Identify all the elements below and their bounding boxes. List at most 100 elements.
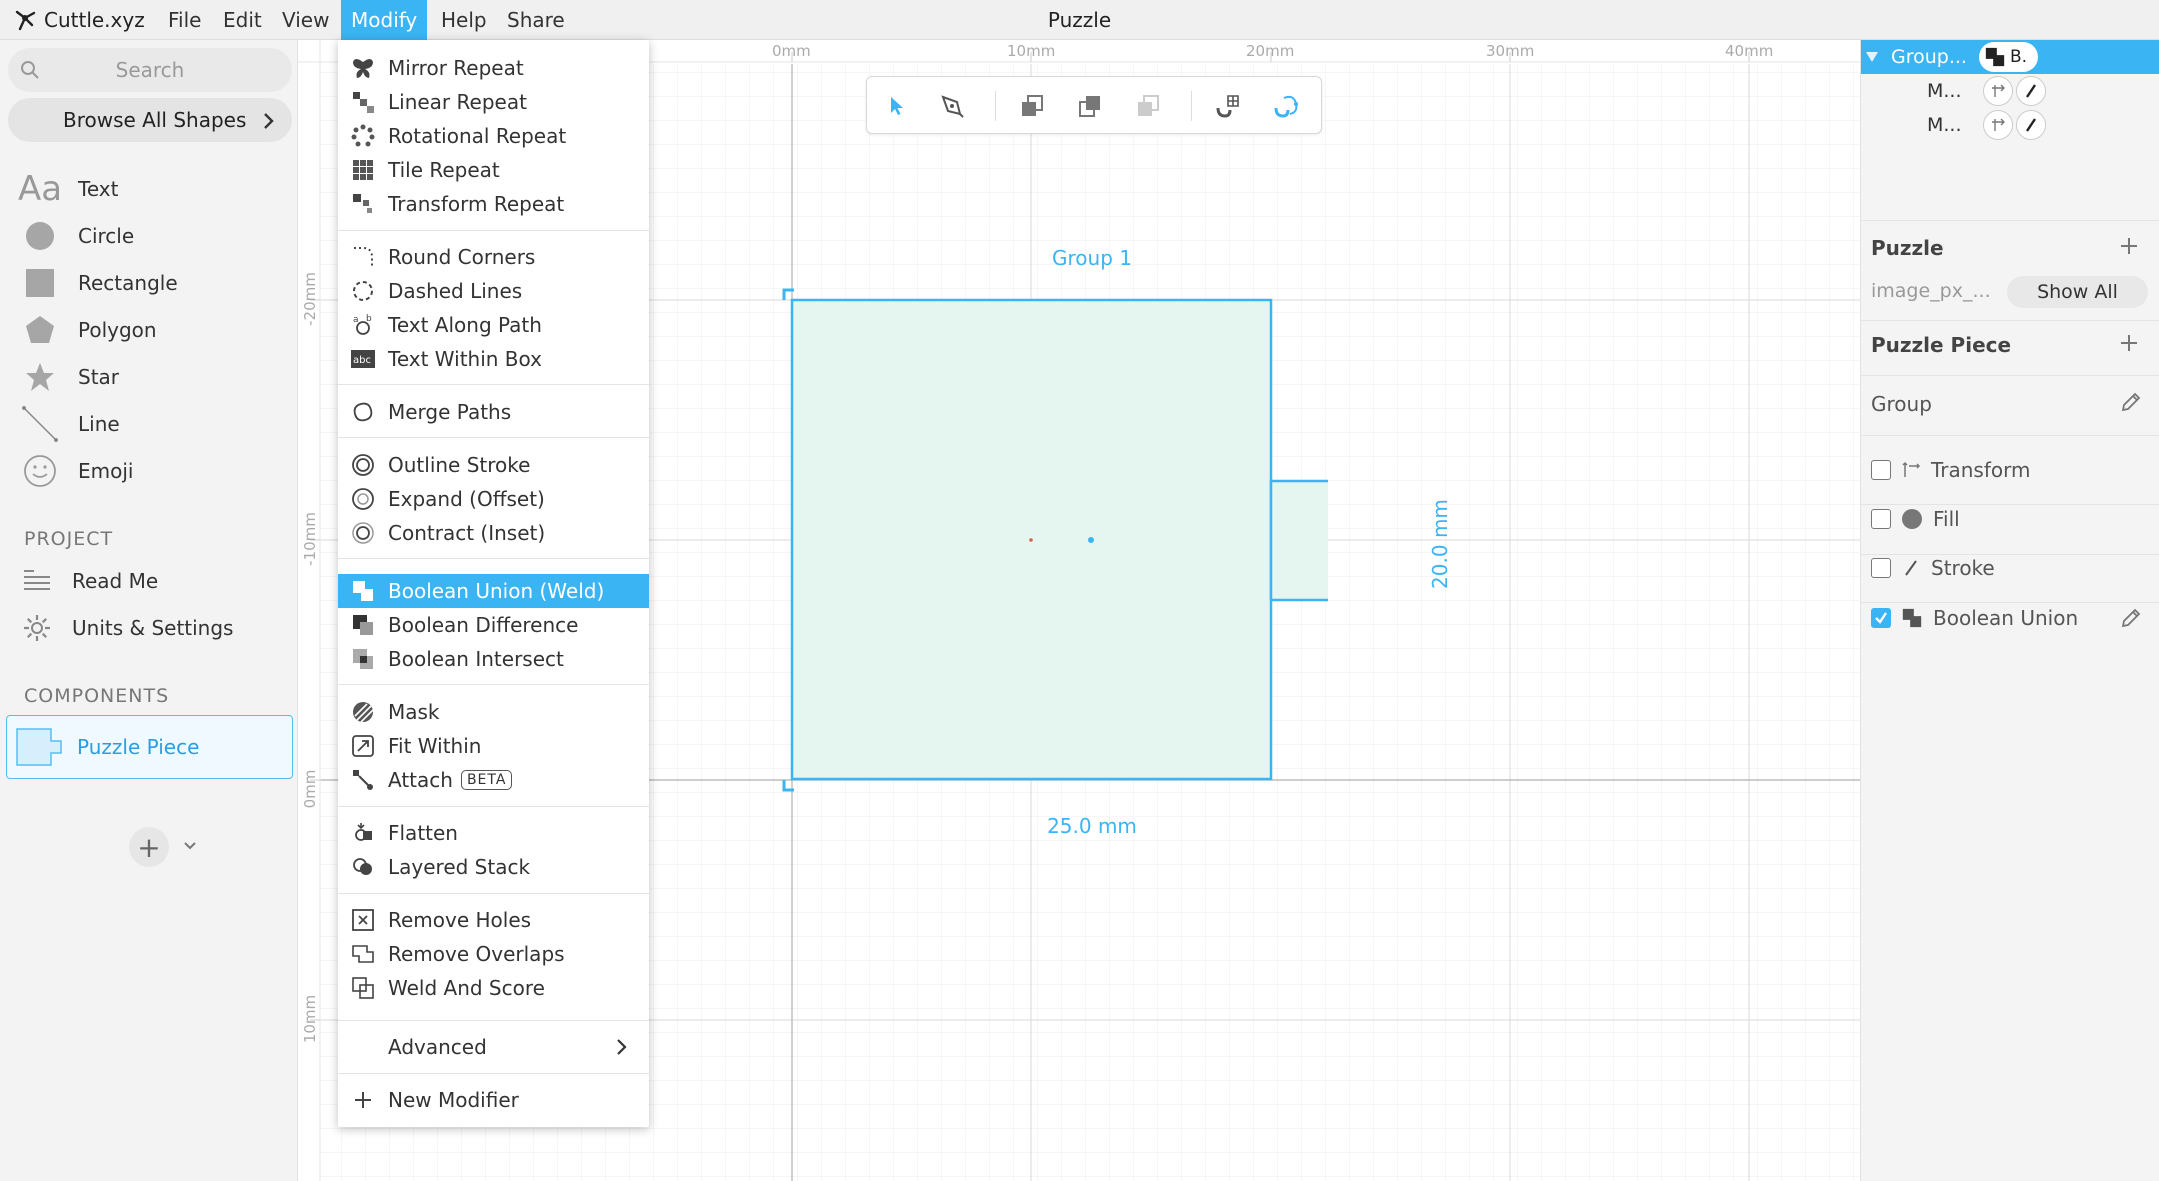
menu-item-tile-repeat[interactable]: Tile Repeat <box>338 153 649 187</box>
weld-score-icon <box>338 976 388 1000</box>
menu-item-label: Boolean Intersect <box>388 647 564 671</box>
tree-item-label: Group... <box>1891 46 1967 68</box>
modifier-row-stroke[interactable]: Stroke <box>1871 556 1995 580</box>
menu-item-boolean-union-weld[interactable]: Boolean Union (Weld) <box>338 574 649 608</box>
tree-item-child[interactable]: M... <box>1861 74 2159 108</box>
browse-all-shapes-button[interactable]: Browse All Shapes <box>8 98 292 142</box>
menu-file[interactable]: File <box>158 0 211 40</box>
menu-modify[interactable]: Modify <box>341 0 428 40</box>
add-icon[interactable] <box>2119 333 2139 353</box>
shape-item-line[interactable]: Line <box>16 400 286 447</box>
add-parameter-icon[interactable] <box>2119 236 2139 256</box>
menu-separator <box>338 1020 649 1021</box>
menu-item-label: Round Corners <box>388 245 536 269</box>
plus-icon <box>338 1090 388 1110</box>
menu-item-weld-and-score[interactable]: Weld And Score <box>338 971 649 1005</box>
menu-item-merge-paths[interactable]: Merge Paths <box>338 395 649 429</box>
shape-label: Polygon <box>78 317 157 342</box>
text-path-icon: ab <box>338 313 388 337</box>
edit-pencil-icon[interactable] <box>2119 606 2143 630</box>
chevron-down-icon[interactable] <box>183 841 197 851</box>
shape-item-polygon[interactable]: Polygon <box>16 306 286 353</box>
caret-down-icon[interactable] <box>1865 51 1879 63</box>
menu-item-label: Text Along Path <box>388 313 542 337</box>
add-component-button[interactable]: + <box>129 827 169 867</box>
boolean-union-icon <box>1902 608 1922 628</box>
magnet-grid-icon[interactable] <box>1213 91 1243 121</box>
menu-item-expand-offset[interactable]: Expand (Offset) <box>338 482 649 516</box>
menu-item-mirror-repeat[interactable]: Mirror Repeat <box>338 51 649 85</box>
checkbox[interactable] <box>1871 509 1891 529</box>
modifier-pill-boolean[interactable]: B. <box>1979 42 2039 72</box>
project-item-read-me[interactable]: Read Me <box>22 557 292 604</box>
components-header: COMPONENTS <box>24 685 170 707</box>
modifier-row-fill[interactable]: Fill <box>1871 507 1960 531</box>
menu-item-label: Remove Overlaps <box>388 942 565 966</box>
modifier-row-boolean-union[interactable]: Boolean Union <box>1871 606 2078 630</box>
divider <box>1861 220 2159 221</box>
checkbox-checked[interactable] <box>1871 608 1891 628</box>
transform-icon[interactable] <box>1983 110 2013 140</box>
transform-icon[interactable] <box>1983 76 2013 106</box>
menu-item-mask[interactable]: Mask <box>338 695 649 729</box>
shape-item-text[interactable]: Aa Text <box>16 165 286 212</box>
menu-item-text-along-path[interactable]: ab Text Along Path <box>338 308 649 342</box>
menu-item-transform-repeat[interactable]: Transform Repeat <box>338 187 649 221</box>
menu-item-label: Tile Repeat <box>388 158 500 182</box>
menu-item-text-within-box[interactable]: abc Text Within Box <box>338 342 649 376</box>
menu-item-rotational-repeat[interactable]: Rotational Repeat <box>338 119 649 153</box>
menu-item-outline-stroke[interactable]: Outline Stroke <box>338 448 649 482</box>
tree-item-child[interactable]: M... <box>1861 108 2159 142</box>
divider <box>1861 602 2159 603</box>
send-back-icon[interactable] <box>1017 91 1047 121</box>
menu-view[interactable]: View <box>272 0 339 40</box>
stroke-icon[interactable] <box>2016 76 2046 106</box>
project-label: Read Me <box>72 568 159 593</box>
component-puzzle-piece[interactable]: Puzzle Piece <box>6 715 293 779</box>
app-logo[interactable]: Cuttle.xyz <box>12 6 145 34</box>
menu-item-dashed-lines[interactable]: Dashed Lines <box>338 274 649 308</box>
stroke-icon[interactable] <box>2016 110 2046 140</box>
edit-pencil-icon[interactable] <box>2119 390 2143 414</box>
menu-item-label: Mask <box>388 700 440 724</box>
menu-item-contract-inset[interactable]: Contract (Inset) <box>338 516 649 550</box>
menu-item-layered-stack[interactable]: Layered Stack <box>338 850 649 884</box>
shape-label: Rectangle <box>78 270 178 295</box>
shape-item-emoji[interactable]: Emoji <box>16 447 286 494</box>
menu-separator <box>338 684 649 685</box>
modifier-label: Boolean Union <box>1933 606 2079 630</box>
magnet-path-icon[interactable] <box>1271 91 1301 121</box>
menu-item-boolean-difference[interactable]: Boolean Difference <box>338 608 649 642</box>
modifier-row-transform[interactable]: Transform <box>1871 458 2030 482</box>
pen-icon[interactable] <box>937 91 967 121</box>
shape-item-circle[interactable]: Circle <box>16 212 286 259</box>
menu-edit[interactable]: Edit <box>213 0 272 40</box>
checkbox[interactable] <box>1871 558 1891 578</box>
menu-item-advanced[interactable]: Advanced <box>338 1030 649 1064</box>
puzzle-section-header: Puzzle <box>1871 236 1944 260</box>
show-all-button[interactable]: Show All <box>2007 276 2148 308</box>
menu-item-boolean-intersect[interactable]: Boolean Intersect <box>338 642 649 676</box>
cuttle-logo-icon <box>15 10 36 31</box>
shape-item-star[interactable]: Star <box>16 353 286 400</box>
tree-item-group[interactable]: Group... B. <box>1861 40 2159 74</box>
menu-item-round-corners[interactable]: Round Corners <box>338 240 649 274</box>
puzzle-shape[interactable] <box>768 270 1328 850</box>
svg-text:abc: abc <box>353 355 371 366</box>
menu-item-flatten[interactable]: Flatten <box>338 816 649 850</box>
menu-item-remove-holes[interactable]: Remove Holes <box>338 903 649 937</box>
bring-front-icon[interactable] <box>1075 91 1105 121</box>
shape-item-rectangle[interactable]: Rectangle <box>16 259 286 306</box>
checkbox[interactable] <box>1871 460 1891 480</box>
group-icon[interactable] <box>1133 91 1163 121</box>
menu-help[interactable]: Help <box>431 0 497 40</box>
select-arrow-icon[interactable] <box>883 91 913 121</box>
menu-item-attach[interactable]: Attach BETA <box>338 763 649 797</box>
menu-item-new-modifier[interactable]: New Modifier <box>338 1083 649 1117</box>
search-input[interactable]: Search <box>8 48 292 92</box>
menu-item-fit-within[interactable]: Fit Within <box>338 729 649 763</box>
menu-item-linear-repeat[interactable]: Linear Repeat <box>338 85 649 119</box>
menu-share[interactable]: Share <box>497 0 575 40</box>
project-item-units-settings[interactable]: Units & Settings <box>22 604 292 651</box>
menu-item-remove-overlaps[interactable]: Remove Overlaps <box>338 937 649 971</box>
